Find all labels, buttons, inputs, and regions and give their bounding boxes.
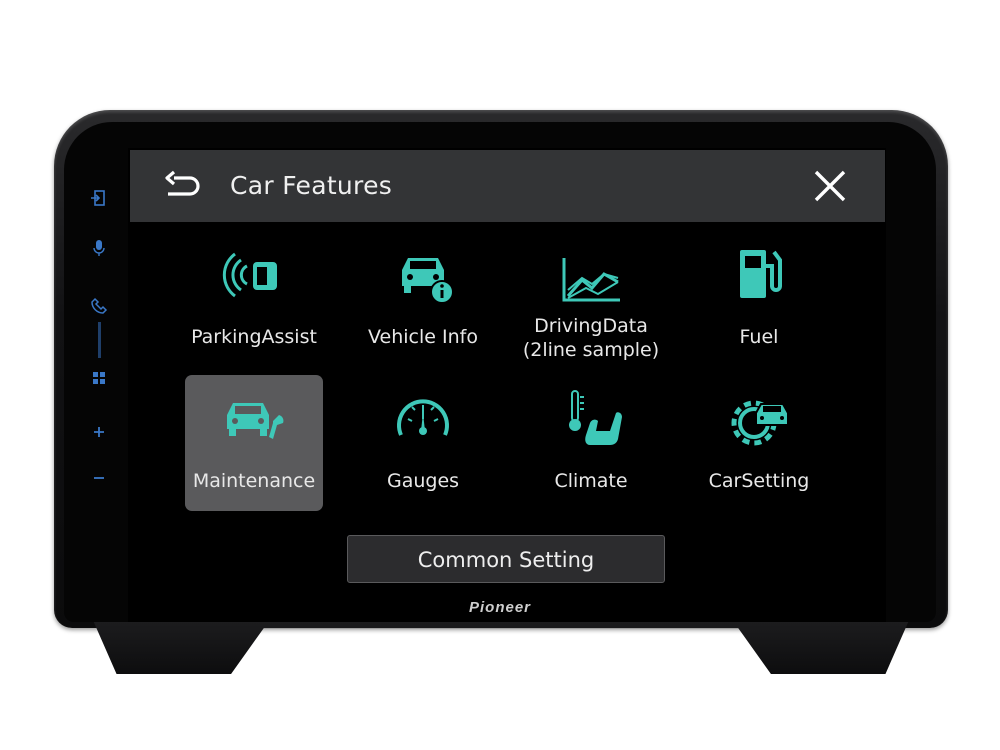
- back-arrow-icon: [165, 170, 200, 196]
- feature-maintenance[interactable]: Maintenance: [185, 375, 323, 511]
- common-setting-button[interactable]: Common Setting: [347, 535, 665, 583]
- page-title: Car Features: [230, 171, 393, 200]
- driving-chart-icon: [562, 258, 620, 302]
- fuel-pump-icon: [740, 250, 782, 298]
- gear-car-icon: [731, 400, 789, 446]
- feature-label: Vehicle Info: [368, 326, 478, 348]
- mic-icon[interactable]: [89, 238, 109, 258]
- feature-gauges[interactable]: Gauges: [354, 375, 492, 511]
- device-mount: [92, 618, 910, 674]
- back-button[interactable]: [160, 168, 208, 206]
- source-icon[interactable]: [89, 188, 109, 208]
- feature-vehicle-info[interactable]: Vehicle Info: [354, 240, 492, 376]
- apps-icon[interactable]: [89, 368, 109, 388]
- feature-label: Gauges: [386, 470, 460, 492]
- thermometer-seat-icon: [569, 390, 622, 445]
- feature-climate[interactable]: Climate: [522, 375, 660, 511]
- parking-sensor-icon: [222, 252, 277, 298]
- car-wrench-icon: [227, 403, 284, 439]
- pioneer-logo: Pioneer: [468, 599, 532, 616]
- feature-label: Maintenance: [192, 470, 316, 492]
- car-info-icon: [402, 258, 454, 304]
- feature-parking-assist[interactable]: ParkingAssist: [185, 240, 323, 376]
- feature-label: Fuel: [739, 326, 779, 348]
- phone-icon[interactable]: [89, 296, 109, 316]
- feature-label: CarSetting: [708, 470, 810, 492]
- speedometer-icon: [397, 399, 449, 436]
- feature-label: Climate: [554, 470, 628, 492]
- close-icon: [814, 170, 846, 202]
- volume-up-icon[interactable]: [89, 422, 109, 442]
- rail-divider: [98, 322, 101, 358]
- volume-down-icon[interactable]: [89, 468, 109, 488]
- feature-label: ParkingAssist: [191, 326, 317, 348]
- feature-label: DrivingData (2line sample): [522, 315, 660, 361]
- feature-fuel[interactable]: Fuel: [690, 240, 828, 376]
- feature-car-setting[interactable]: CarSetting: [690, 375, 828, 511]
- feature-driving-data[interactable]: DrivingData (2line sample): [522, 240, 660, 376]
- close-button[interactable]: [810, 166, 850, 206]
